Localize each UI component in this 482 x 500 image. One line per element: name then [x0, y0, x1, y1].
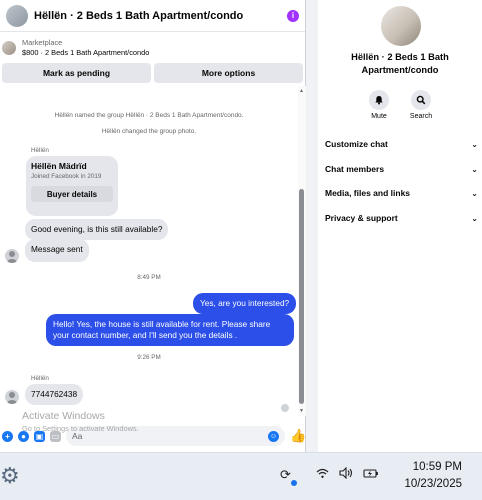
section-media-files-links[interactable]: Media, files and links ⌄: [325, 188, 478, 198]
sender-label: Hëllën: [31, 147, 49, 154]
profile-joined: Joined Facebook in 2019: [31, 173, 102, 180]
search-action[interactable]: Search: [409, 90, 433, 120]
listing-detail: $800 · 2 Beds 1 Bath Apartment/condo: [22, 48, 150, 57]
volume-icon[interactable]: [339, 466, 354, 482]
search-icon[interactable]: [411, 90, 431, 110]
listing-panel: Marketplace $800 · 2 Beds 1 Bath Apartme…: [0, 32, 305, 87]
message-bubble-outgoing[interactable]: Yes, are you interested?: [193, 293, 297, 314]
section-chat-members[interactable]: Chat members ⌄: [325, 164, 478, 174]
listing-thumbnail: [2, 41, 16, 55]
seen-indicator-icon: [281, 404, 289, 412]
clock-date[interactable]: 10/23/2025: [404, 478, 462, 490]
chat-scrollbar[interactable]: ▲ ▼: [298, 86, 306, 416]
chat-avatar[interactable]: [6, 4, 28, 27]
like-thumb-icon[interactable]: 👍: [290, 428, 306, 444]
info-title: Hëllën · 2 Beds 1 Bath Apartment/condo: [351, 52, 449, 75]
scroll-up-arrow-icon[interactable]: ▲: [299, 88, 304, 94]
group-avatar[interactable]: [381, 6, 421, 46]
system-message: Hëllën changed the group photo.: [101, 128, 197, 135]
message-bubble-incoming[interactable]: Message sent: [25, 239, 89, 262]
chevron-down-icon: ⌄: [471, 139, 478, 149]
plus-icon[interactable]: +: [2, 430, 13, 442]
chevron-down-icon: ⌄: [471, 164, 478, 174]
section-label: Media, files and links: [325, 188, 411, 198]
scroll-thumb[interactable]: [299, 189, 304, 404]
chevron-down-icon: ⌄: [471, 188, 478, 198]
info-actions: Mute Search: [318, 90, 482, 120]
message-bubble-incoming[interactable]: 7744762438: [25, 384, 84, 405]
sender-label: Hëllën: [31, 375, 49, 382]
timestamp: 9:26 PM: [137, 354, 161, 361]
mute-label: Mute: [371, 113, 387, 120]
clock-time[interactable]: 10:59 PM: [413, 461, 462, 473]
section-label: Customize chat: [325, 139, 388, 149]
mute-action[interactable]: Mute: [367, 90, 391, 120]
section-label: Privacy & support: [325, 213, 398, 223]
profile-name[interactable]: Hëllën Mädrïd: [31, 161, 113, 171]
sync-icon[interactable]: ⟳: [280, 467, 291, 483]
info-icon[interactable]: i: [287, 9, 299, 22]
bell-icon[interactable]: [369, 90, 389, 110]
search-label: Search: [409, 113, 433, 120]
battery-icon[interactable]: [363, 467, 379, 482]
profile-card: Hëllën Mädrïd Joined Facebook in 2019 Bu…: [26, 156, 118, 216]
activate-windows-subtitle: Go to Settings to activate Windows.: [22, 424, 139, 433]
gear-icon[interactable]: ⚙: [0, 465, 20, 487]
chat-title[interactable]: Hëllën · 2 Beds 1 Bath Apartment/condo: [34, 10, 287, 22]
sync-badge-icon: [291, 480, 297, 486]
taskbar: ⚙ ⟳ 10:59 PM 10/23/2025: [0, 452, 482, 500]
system-message: Hëllën named the group Hëllën · 2 Beds 1…: [54, 112, 244, 119]
message-bubble-outgoing[interactable]: Hello! Yes, the house is still available…: [46, 314, 294, 346]
section-privacy-support[interactable]: Privacy & support ⌄: [325, 213, 478, 223]
listing-label: Marketplace: [22, 38, 63, 47]
section-label: Chat members: [325, 164, 385, 174]
buyer-details-button[interactable]: Buyer details: [31, 186, 113, 202]
activate-windows-title: Activate Windows: [22, 410, 105, 422]
scroll-down-arrow-icon[interactable]: ▼: [299, 408, 304, 414]
more-options-button[interactable]: More options: [154, 63, 303, 83]
listing-row[interactable]: Marketplace $800 · 2 Beds 1 Bath Apartme…: [2, 36, 303, 60]
message-bubble-incoming[interactable]: Good evening, is this still available?: [25, 219, 169, 240]
emoji-icon[interactable]: ☺: [268, 430, 279, 442]
info-pane: Hëllën · 2 Beds 1 Bath Apartment/condo M…: [318, 0, 482, 452]
user-avatar-icon[interactable]: [5, 390, 19, 404]
section-customize-chat[interactable]: Customize chat ⌄: [325, 139, 478, 149]
chat-header: Hëllën · 2 Beds 1 Bath Apartment/condo i: [0, 0, 305, 32]
mark-pending-button[interactable]: Mark as pending: [2, 63, 151, 83]
wifi-icon[interactable]: [316, 467, 329, 482]
user-avatar-icon[interactable]: [5, 249, 19, 263]
timestamp: 8:49 PM: [137, 274, 161, 281]
chevron-down-icon: ⌄: [471, 213, 478, 223]
message-list: Hëllën named the group Hëllën · 2 Beds 1…: [0, 86, 298, 416]
